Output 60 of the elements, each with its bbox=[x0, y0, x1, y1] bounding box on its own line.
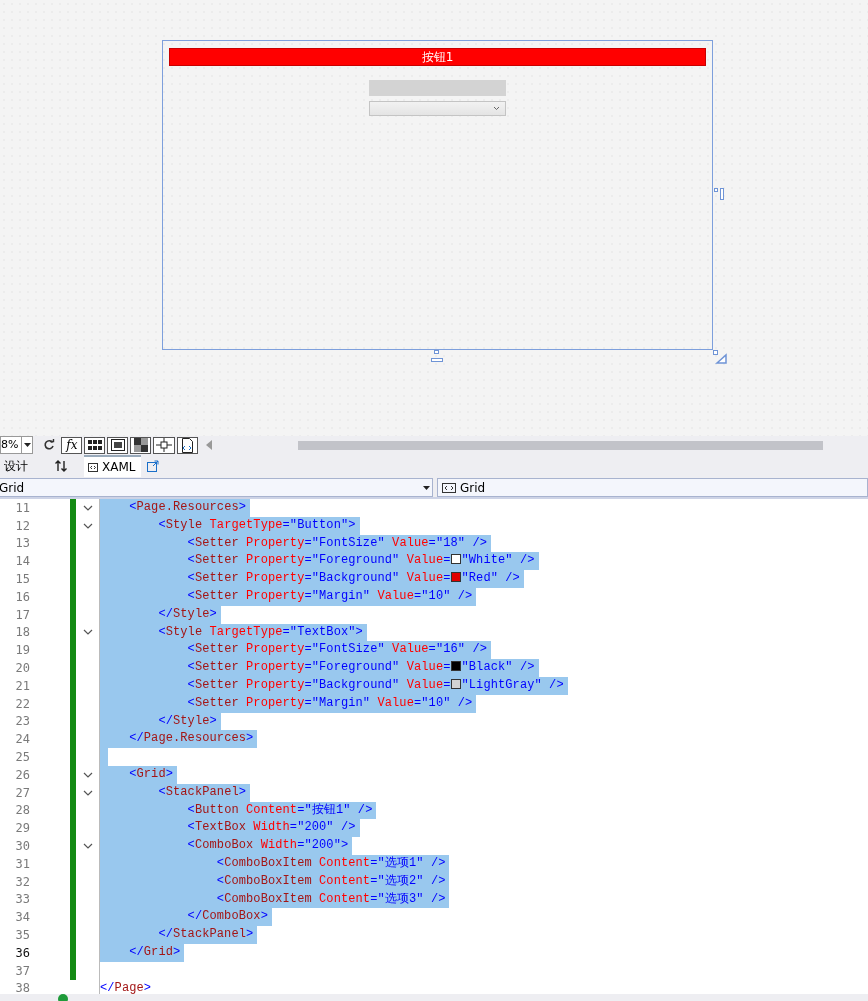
line-number: 36 bbox=[14, 945, 30, 960]
scope-dropdown[interactable]: Grid bbox=[437, 478, 868, 497]
line-number: 28 bbox=[14, 803, 30, 818]
swap-panes-icon[interactable] bbox=[54, 460, 68, 472]
line-number: 30 bbox=[14, 839, 30, 854]
formula-button[interactable]: fx bbox=[61, 436, 83, 454]
popout-icon[interactable] bbox=[147, 460, 160, 472]
line-number: 32 bbox=[14, 874, 30, 889]
caret-icon bbox=[493, 106, 500, 111]
line-number: 13 bbox=[14, 536, 30, 551]
line-number: 14 bbox=[14, 554, 30, 569]
line-number: 20 bbox=[14, 661, 30, 676]
refresh-icon[interactable] bbox=[43, 439, 56, 451]
collapse-icon[interactable] bbox=[82, 629, 93, 636]
line-number: 18 bbox=[14, 625, 30, 640]
preview-button[interactable]: 按钮1 bbox=[169, 48, 706, 66]
view-tab[interactable]: XAML bbox=[84, 455, 142, 477]
collapse-icon[interactable] bbox=[82, 843, 93, 850]
line-number: 33 bbox=[14, 892, 30, 907]
line-number: 35 bbox=[14, 928, 30, 942]
collapse-icon[interactable] bbox=[82, 504, 93, 511]
dropdown-arrow-icon[interactable] bbox=[423, 485, 430, 490]
dropdown-arrow-icon[interactable] bbox=[23, 443, 31, 447]
line-number: 37 bbox=[14, 963, 30, 978]
snap-grid-button[interactable] bbox=[107, 436, 129, 454]
line-number: 29 bbox=[14, 821, 30, 836]
line-number: 27 bbox=[14, 785, 30, 800]
line-number: 24 bbox=[14, 732, 30, 747]
code-file-button[interactable] bbox=[177, 436, 199, 454]
line-number: 31 bbox=[14, 856, 30, 871]
status-ok-icon bbox=[58, 994, 68, 1001]
line-number: 25 bbox=[14, 750, 30, 765]
resize-handle-icon[interactable] bbox=[430, 350, 444, 364]
line-number: 17 bbox=[14, 607, 30, 622]
collapse-icon[interactable] bbox=[82, 522, 93, 529]
zoom-dropdown[interactable]: 8% bbox=[0, 436, 34, 454]
view-tab[interactable]: 设计 bbox=[0, 455, 34, 477]
line-number: 21 bbox=[14, 678, 30, 693]
checker-button[interactable] bbox=[130, 436, 152, 454]
line-number: 11 bbox=[14, 500, 30, 515]
resize-grip-icon[interactable] bbox=[713, 350, 727, 364]
line-number: 19 bbox=[14, 643, 30, 658]
line-number: 38 bbox=[14, 981, 30, 996]
resize-handle-icon[interactable] bbox=[713, 187, 727, 201]
collapse-icon[interactable] bbox=[82, 789, 93, 796]
scrollbar-thumb[interactable] bbox=[298, 440, 824, 450]
code-line: </Page> bbox=[100, 979, 153, 997]
line-number: 16 bbox=[14, 589, 30, 604]
line-number: 22 bbox=[14, 696, 30, 711]
element-icon bbox=[442, 482, 456, 493]
line-number: 15 bbox=[14, 572, 30, 587]
line-number: 34 bbox=[14, 910, 30, 925]
snap-lines-button[interactable] bbox=[153, 436, 176, 454]
line-number: 12 bbox=[14, 518, 30, 533]
line-number: 23 bbox=[14, 714, 30, 729]
xaml-icon bbox=[88, 462, 98, 472]
collapse-icon[interactable] bbox=[82, 771, 93, 778]
line-number: 26 bbox=[14, 767, 30, 782]
grid-button[interactable] bbox=[84, 436, 106, 454]
element-dropdown[interactable]: Grid bbox=[0, 478, 433, 497]
